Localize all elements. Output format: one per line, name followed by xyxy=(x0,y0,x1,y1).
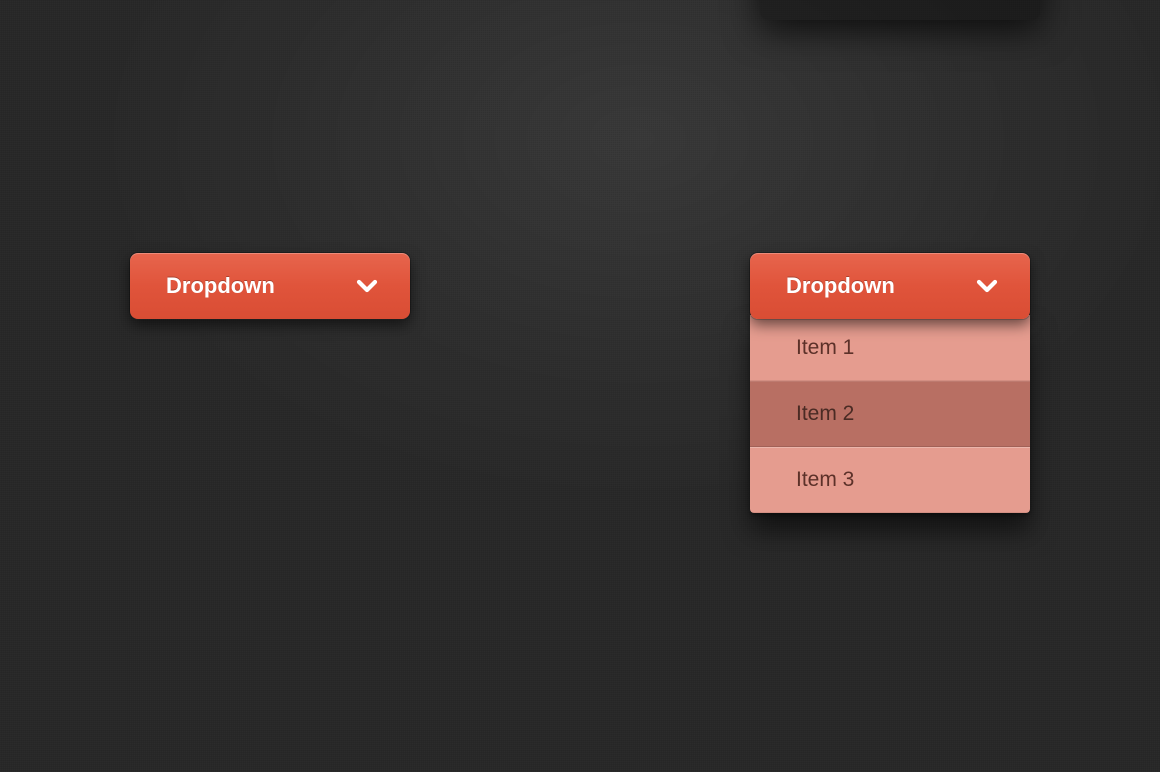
offscreen-panel-shadow xyxy=(760,0,1040,20)
dropdown-item[interactable]: Item 1 xyxy=(750,315,1030,381)
dropdown-label: Dropdown xyxy=(166,273,275,299)
dropdown-closed: Dropdown xyxy=(130,253,410,319)
dropdown-label: Dropdown xyxy=(786,273,895,299)
chevron-down-icon xyxy=(972,271,1002,301)
dropdown-item[interactable]: Item 2 xyxy=(750,381,1030,447)
chevron-down-icon xyxy=(352,271,382,301)
dropdown-item-label: Item 1 xyxy=(796,336,854,360)
dropdown-toggle-button[interactable]: Dropdown xyxy=(750,253,1030,319)
dropdown-open: Dropdown Item 1 Item 2 Item 3 xyxy=(750,253,1030,517)
dropdown-item-label: Item 2 xyxy=(796,402,854,426)
dropdown-item-label: Item 3 xyxy=(796,468,854,492)
dropdown-toggle-button[interactable]: Dropdown xyxy=(130,253,410,319)
dropdown-item[interactable]: Item 3 xyxy=(750,447,1030,513)
dropdown-menu: Item 1 Item 2 Item 3 xyxy=(750,315,1030,513)
